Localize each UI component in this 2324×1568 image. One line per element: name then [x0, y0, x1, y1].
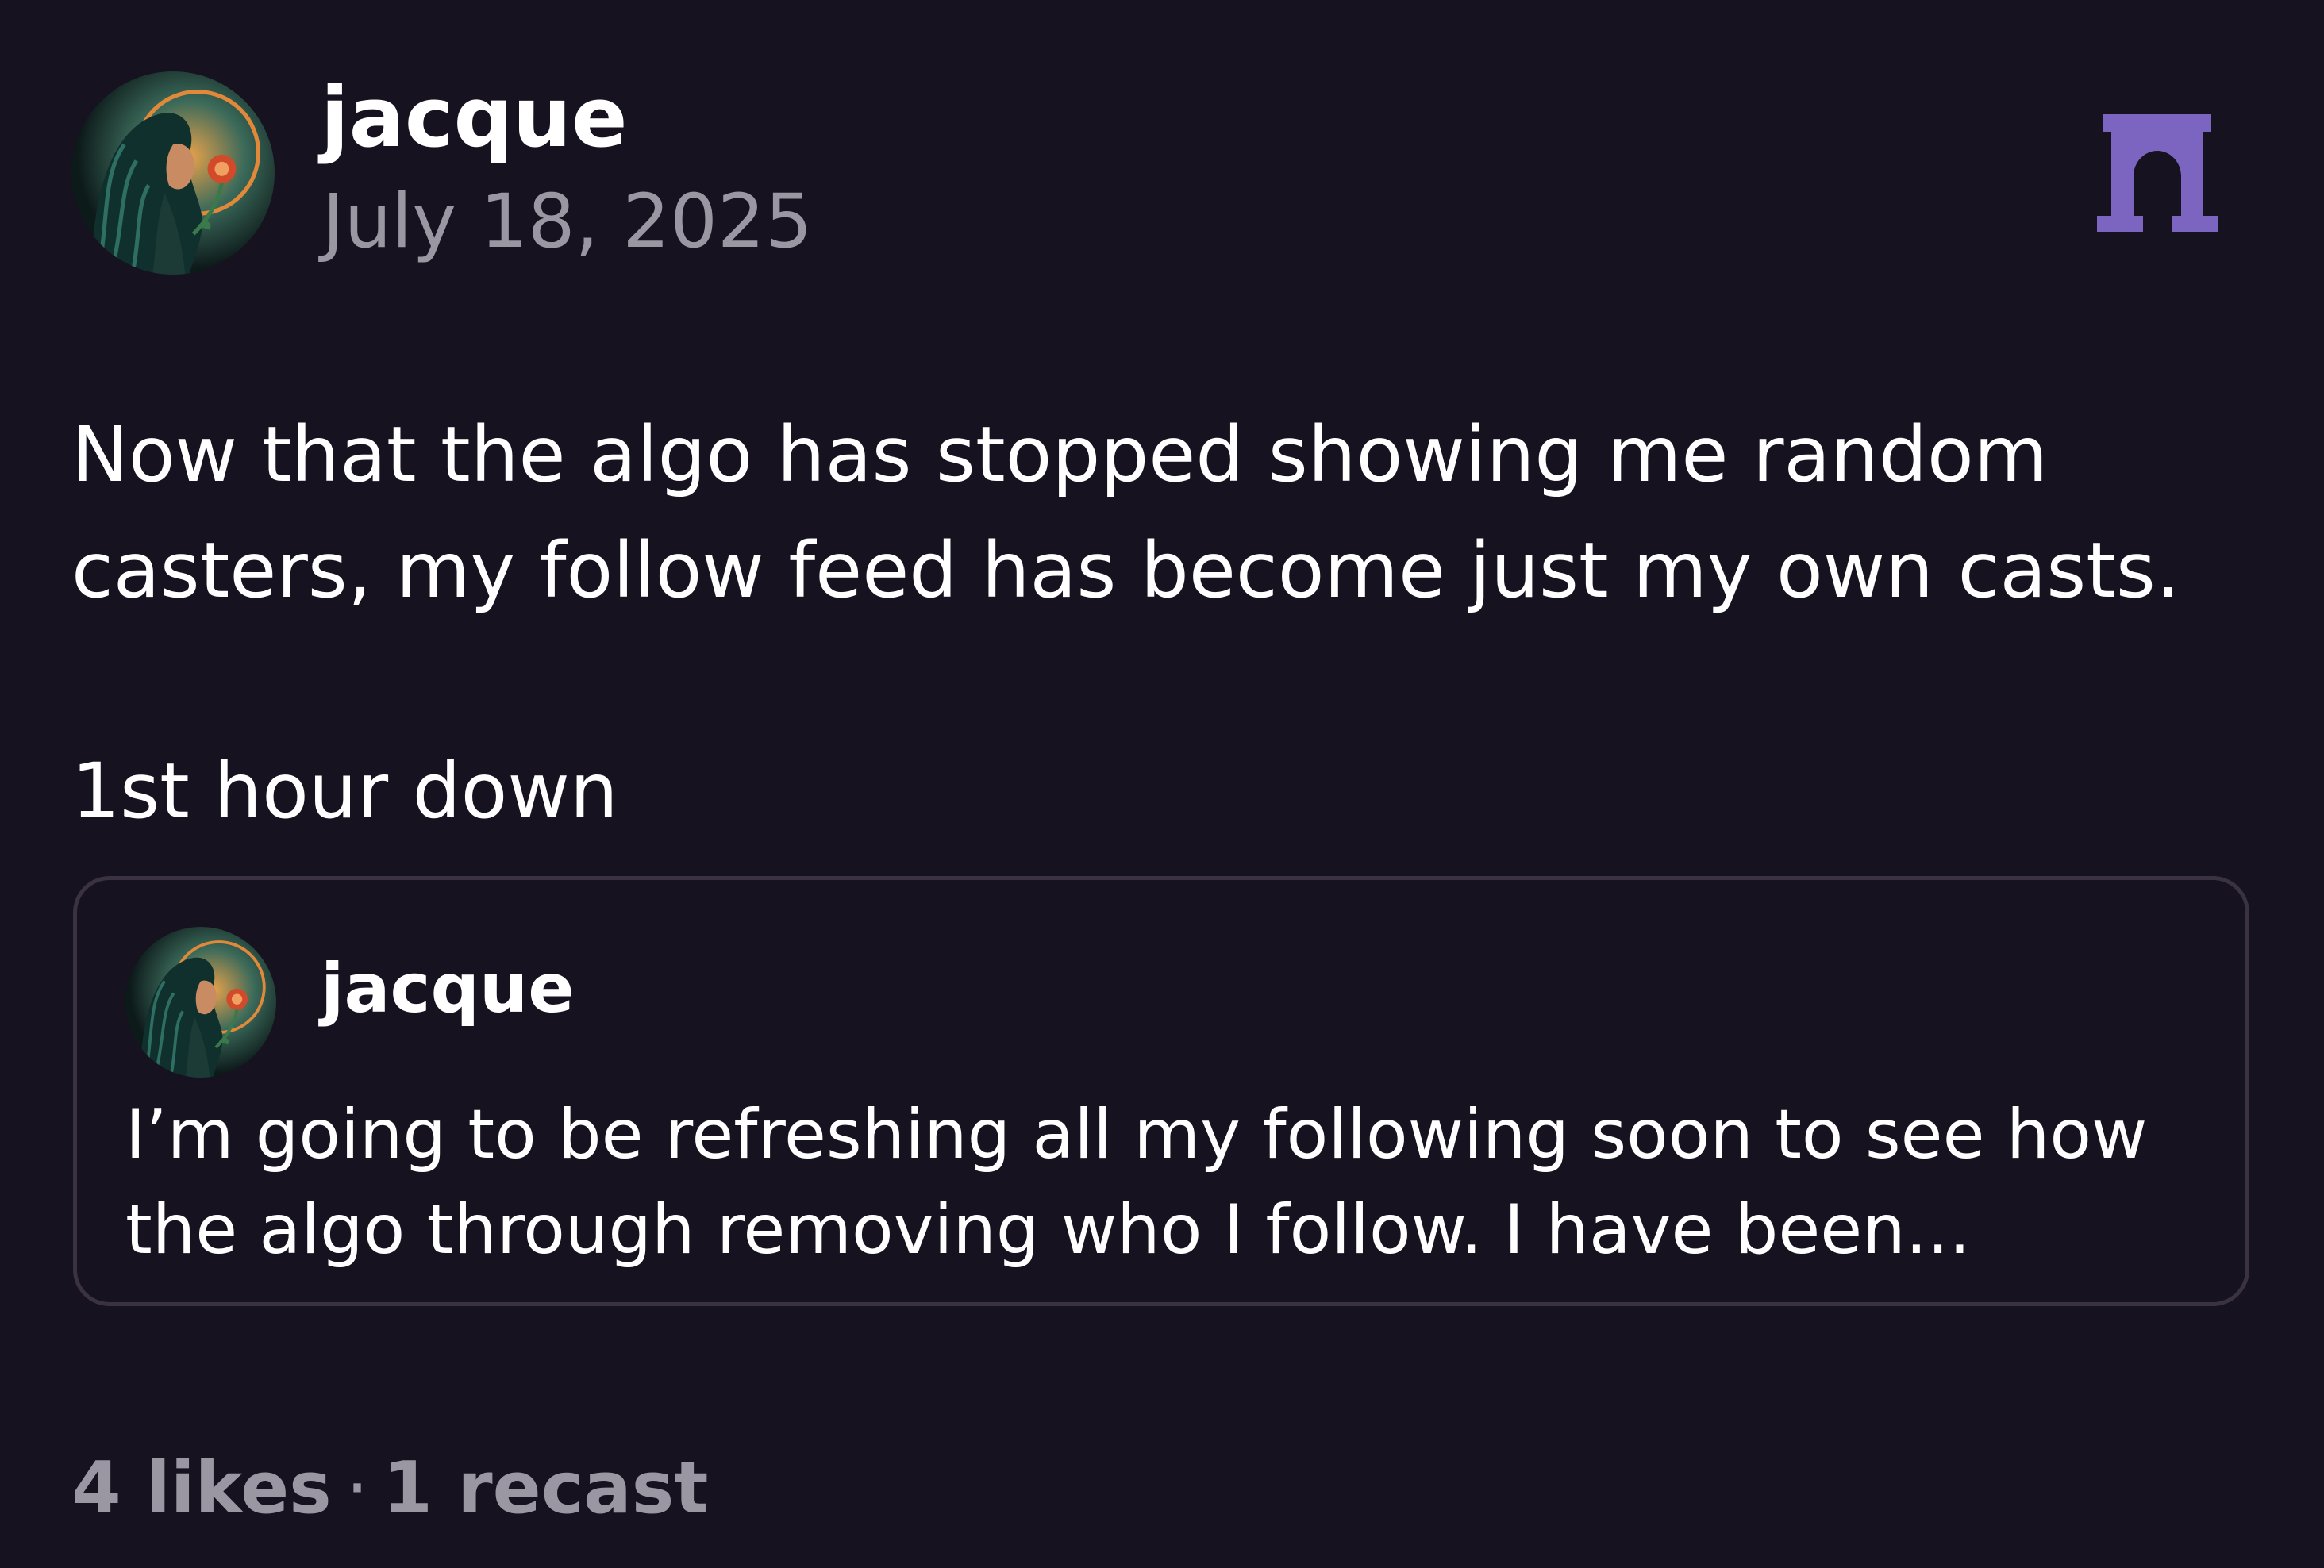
author-username[interactable]: jacque: [321, 70, 628, 165]
recasts-count[interactable]: 1 recast: [383, 1447, 708, 1530]
post-timestamp[interactable]: July 18, 2025: [322, 176, 813, 268]
avatar-illustration-icon: [125, 927, 276, 1078]
post-body-line: casters, my follow feed has become just …: [71, 526, 2180, 615]
quoted-author-username[interactable]: jacque: [321, 947, 575, 1030]
quoted-author-avatar[interactable]: [125, 927, 276, 1078]
post-body-line: 1st hour down: [71, 747, 618, 836]
stats-separator: ·: [345, 1447, 369, 1530]
post-body: Now that the algo has stopped showing me…: [71, 397, 2294, 628]
cast-post: jacque July 18, 2025 Now that the algo h…: [0, 0, 2324, 1568]
quoted-cast-line: I’m going to be refreshing all my follow…: [125, 1095, 2148, 1174]
avatar-illustration-icon: [71, 71, 275, 275]
farcaster-arch-icon[interactable]: [2094, 114, 2221, 232]
likes-count[interactable]: 4 likes: [71, 1447, 332, 1530]
quoted-cast-line: the algo through removing who I follow. …: [125, 1190, 1971, 1270]
post-body-line: Now that the algo has stopped showing me…: [71, 410, 2049, 499]
post-stats: 4 likes · 1 recast: [71, 1441, 708, 1536]
author-avatar[interactable]: [71, 71, 275, 275]
quoted-cast-text: I’m going to be refreshing all my follow…: [125, 1087, 2147, 1278]
